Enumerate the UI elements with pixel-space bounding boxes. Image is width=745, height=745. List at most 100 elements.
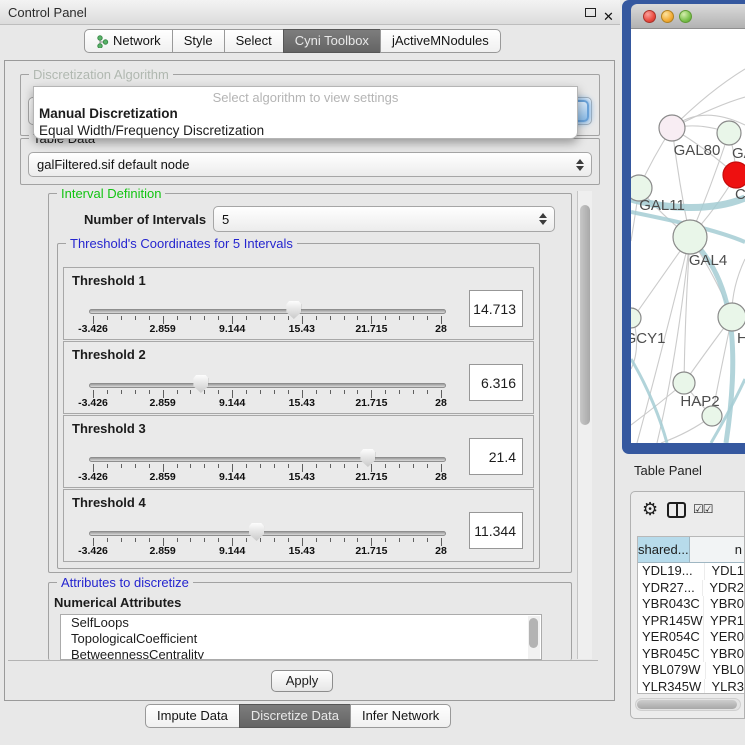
tab-jactivemnodules[interactable]: jActiveMNodules: [380, 29, 501, 53]
network-node[interactable]: [702, 406, 722, 426]
cell-shared-name[interactable]: YBR045C: [638, 646, 704, 663]
slider-thumb[interactable]: [360, 449, 375, 467]
table-data-combo[interactable]: galFiltered.sif default node: [28, 152, 592, 177]
slider-tick: [107, 464, 108, 468]
slider-scale-label: 28: [435, 471, 447, 483]
tab-label: Cyni Toolbox: [295, 30, 369, 52]
numerical-attributes-list[interactable]: SelfLoopsTopologicalCoefficientBetweenne…: [60, 614, 542, 660]
table-row[interactable]: YBR045CYBR0: [638, 646, 744, 663]
tab-style[interactable]: Style: [172, 29, 225, 53]
network-node-h[interactable]: [718, 303, 745, 331]
cell-shared-name[interactable]: YPR145W: [638, 613, 704, 630]
cell-shared-name[interactable]: YBR043C: [638, 596, 704, 613]
slider-tick: [260, 464, 261, 468]
table-row[interactable]: YBL079WYBL0: [638, 662, 744, 679]
columns-icon[interactable]: [667, 502, 686, 518]
cell-name[interactable]: YDL1: [705, 563, 744, 580]
attributes-scrollbar[interactable]: [528, 616, 540, 660]
control-panel: Control Panel ✕ Network Style Select Cyni T…: [0, 0, 620, 745]
tab-infer-network[interactable]: Infer Network: [350, 704, 451, 728]
slider-tick: [399, 464, 400, 468]
network-node-ga[interactable]: [717, 121, 741, 145]
tab-impute-data[interactable]: Impute Data: [145, 704, 240, 728]
cell-name[interactable]: YBL0: [706, 662, 744, 679]
cell-name[interactable]: YBR0: [704, 596, 744, 613]
gear-icon[interactable]: ⚙: [642, 499, 658, 520]
table-row[interactable]: YPR145WYPR1: [638, 613, 744, 630]
slider-rail[interactable]: [89, 309, 446, 314]
table-row[interactable]: YLR345WYLR3: [638, 679, 744, 695]
cell-name[interactable]: YLR3: [705, 679, 744, 695]
slider-tick: [190, 316, 191, 320]
column-header-shared-name[interactable]: shared...: [638, 537, 690, 562]
tab-network[interactable]: Network: [84, 29, 173, 53]
attribute-item[interactable]: BetweennessCentrality: [61, 647, 541, 660]
panel-scrollbar-thumb[interactable]: [580, 205, 590, 425]
attributes-scrollbar-thumb[interactable]: [529, 618, 538, 648]
tab-select[interactable]: Select: [224, 29, 284, 53]
slider-scale-label: 9.144: [219, 323, 245, 335]
slider-tick: [357, 390, 358, 394]
algorithm-option[interactable]: Manual Discretization: [34, 105, 577, 122]
network-node-gal80[interactable]: [659, 115, 685, 141]
float-window-icon[interactable]: [585, 8, 596, 17]
panel-vertical-scrollbar[interactable]: [577, 191, 592, 659]
app-root: Control Panel ✕ Network Style Select Cyni T…: [0, 0, 745, 745]
table-row[interactable]: YDL19...YDL1: [638, 563, 744, 580]
network-node-hap2[interactable]: [673, 372, 695, 394]
zoom-traffic-light-icon[interactable]: [679, 10, 692, 23]
threshold-value-field[interactable]: 14.713: [469, 290, 523, 327]
network-node-label: GAL80: [674, 142, 721, 159]
cell-shared-name[interactable]: YBL079W: [638, 662, 706, 679]
cell-name[interactable]: YDR2: [703, 580, 744, 597]
threshold-value-field[interactable]: 11.344: [469, 512, 523, 549]
slider-rail[interactable]: [89, 383, 446, 388]
tab-discretize-data[interactable]: Discretize Data: [239, 704, 351, 728]
slider-tick: [260, 390, 261, 394]
close-icon[interactable]: ✕: [603, 4, 614, 29]
column-header-name[interactable]: n: [690, 537, 744, 562]
cell-shared-name[interactable]: YDL19...: [638, 563, 705, 580]
table-horizontal-scrollbar[interactable]: [635, 698, 741, 711]
slider-thumb[interactable]: [193, 375, 208, 393]
network-window-titlebar[interactable]: [631, 4, 745, 29]
table-row[interactable]: YER054CYER0: [638, 629, 744, 646]
slider-rail[interactable]: [89, 531, 446, 536]
threshold-value-field[interactable]: 6.316: [469, 364, 523, 401]
node-table[interactable]: shared... n YDL19...YDL1YDR27...YDR2YBR0…: [637, 536, 744, 694]
checkboxes-icon[interactable]: ☑☑: [693, 502, 713, 516]
cell-shared-name[interactable]: YER054C: [638, 629, 704, 646]
network-node-c[interactable]: [723, 162, 745, 188]
cell-name[interactable]: YBR0: [704, 646, 744, 663]
algorithm-option[interactable]: Equal Width/Frequency Discretization: [34, 122, 577, 139]
network-node-gal4[interactable]: [673, 220, 707, 254]
tab-label: Style: [184, 30, 213, 52]
threshold-value-field[interactable]: 21.4: [469, 438, 523, 475]
algorithm-placeholder-option[interactable]: Select algorithm to view settings: [34, 87, 577, 105]
slider-tick: [399, 316, 400, 320]
table-row[interactable]: YDR27...YDR2: [638, 580, 744, 597]
tab-cyni-toolbox[interactable]: Cyni Toolbox: [283, 29, 381, 53]
attribute-item[interactable]: TopologicalCoefficient: [61, 631, 541, 647]
network-canvas[interactable]: GAL80GACGAL11GAL4GCY1HHAP2: [631, 29, 745, 443]
control-panel-titlebar: Control Panel ✕: [0, 0, 620, 25]
close-traffic-light-icon[interactable]: [643, 10, 656, 23]
minimize-traffic-light-icon[interactable]: [661, 10, 674, 23]
slider-rail[interactable]: [89, 457, 446, 462]
slider-thumb[interactable]: [249, 523, 264, 541]
cell-shared-name[interactable]: YLR345W: [638, 679, 705, 695]
attribute-item[interactable]: SelfLoops: [61, 615, 541, 631]
cell-name[interactable]: YPR1: [704, 613, 744, 630]
network-edge[interactable]: [672, 69, 745, 128]
apply-button[interactable]: Apply: [271, 670, 333, 692]
table-row[interactable]: YBR043CYBR0: [638, 596, 744, 613]
slider-tick: [107, 316, 108, 320]
network-node-gcy1[interactable]: [631, 308, 641, 328]
cell-name[interactable]: YER0: [704, 629, 744, 646]
cell-shared-name[interactable]: YDR27...: [638, 580, 703, 597]
number-of-intervals-value: 5: [222, 212, 229, 227]
slider-tick: [357, 316, 358, 320]
number-of-intervals-combo[interactable]: 5: [213, 206, 555, 232]
table-hscrollbar-thumb[interactable]: [637, 700, 737, 709]
slider-tick: [330, 390, 331, 394]
